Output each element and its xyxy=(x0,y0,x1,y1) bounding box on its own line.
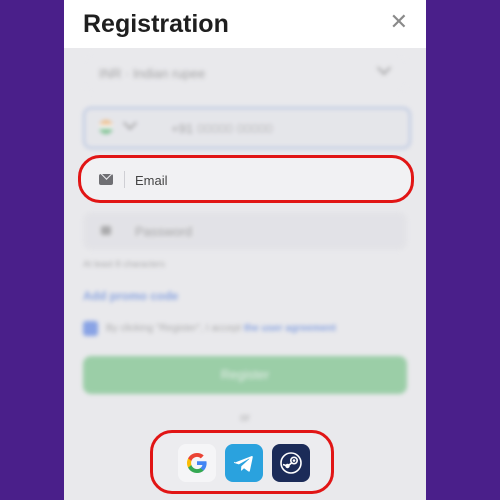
telegram-icon xyxy=(234,456,253,472)
register-button[interactable]: Register xyxy=(83,356,407,394)
field-divider xyxy=(124,171,125,188)
envelope-icon xyxy=(99,174,113,185)
phone-placeholder: 00000 00000 xyxy=(197,121,273,136)
user-agreement-link[interactable]: the user agreement xyxy=(244,323,336,334)
password-hint: At least 8 characters xyxy=(83,259,166,269)
agreement-text: By clicking "Register", I accept xyxy=(106,323,241,335)
modal-title: Registration xyxy=(83,10,229,38)
phone-field[interactable]: +91 00000 00000 xyxy=(83,107,411,149)
google-icon xyxy=(187,453,207,473)
agreement-row: By clicking "Register", I accept the use… xyxy=(83,321,336,336)
registration-modal: Registration ✕ INR · Indian rupee +91 00… xyxy=(64,0,426,500)
agreement-checkbox[interactable] xyxy=(83,321,98,336)
steam-login-button[interactable] xyxy=(272,444,310,482)
email-field[interactable] xyxy=(78,155,414,203)
or-divider: or xyxy=(240,412,250,424)
google-login-button[interactable] xyxy=(178,444,216,482)
social-login-row xyxy=(150,430,334,494)
close-icon[interactable]: ✕ xyxy=(390,9,408,35)
chevron-down-icon xyxy=(376,60,392,76)
promo-code-link[interactable]: Add promo code xyxy=(83,289,178,303)
phone-code: +91 xyxy=(171,121,194,136)
currency-select[interactable]: INR · Indian rupee xyxy=(83,54,407,92)
telegram-login-button[interactable] xyxy=(225,444,263,482)
modal-header: Registration ✕ xyxy=(64,0,426,48)
steam-icon xyxy=(280,452,302,474)
password-placeholder: Password xyxy=(135,224,193,239)
lock-icon xyxy=(101,226,111,235)
currency-value: INR · Indian rupee xyxy=(99,66,206,81)
india-flag-icon xyxy=(99,120,113,134)
email-input[interactable] xyxy=(133,166,397,194)
password-field[interactable]: Password xyxy=(83,212,407,250)
country-chevron-icon xyxy=(122,115,138,131)
